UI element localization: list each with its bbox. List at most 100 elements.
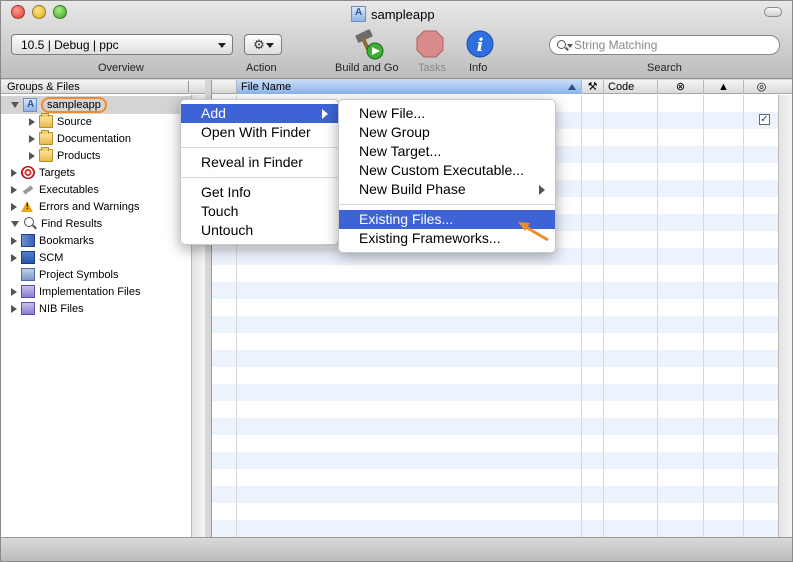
menu-item-new-custom-executable[interactable]: New Custom Executable...	[339, 161, 555, 180]
sidebar-item-label: Documentation	[57, 132, 131, 145]
disclosure-triangle-icon[interactable]	[11, 220, 19, 227]
menu-item-untouch[interactable]: Untouch	[181, 221, 338, 240]
search-field[interactable]: String Matching	[549, 35, 780, 55]
sidebar-item-products[interactable]: Products	[29, 147, 100, 164]
menu-item-reveal-in-finder[interactable]: Reveal in Finder	[181, 153, 338, 172]
split-handle-icon[interactable]	[188, 81, 200, 92]
column-file-type[interactable]	[212, 80, 236, 94]
menu-item-new-file[interactable]: New File...	[339, 104, 555, 123]
sidebar-item-documentation[interactable]: Documentation	[29, 130, 131, 147]
chevron-down-icon	[218, 43, 226, 48]
sidebar-item-implementation-files[interactable]: Implementation Files	[11, 283, 141, 300]
action-popup[interactable]: ⚙	[244, 34, 282, 55]
folder-icon	[39, 113, 53, 128]
column-target-membership[interactable]: ◎	[743, 80, 779, 94]
disclosure-triangle-icon[interactable]	[11, 101, 19, 108]
sort-ascending-icon	[568, 84, 576, 90]
project-icon	[23, 97, 37, 112]
close-button[interactable]	[11, 5, 25, 19]
column-label: File Name	[241, 81, 292, 93]
executable-icon	[21, 183, 35, 196]
project-icon	[351, 6, 366, 22]
menu-item-touch[interactable]: Touch	[181, 202, 338, 221]
menu-item-new-target[interactable]: New Target...	[339, 142, 555, 161]
disclosure-triangle-icon[interactable]	[11, 287, 17, 296]
minimize-button[interactable]	[32, 5, 46, 19]
menu-item-new-build-phase[interactable]: New Build Phase	[339, 180, 555, 199]
warning-icon	[21, 200, 35, 213]
sidebar-item-nib-files[interactable]: NIB Files	[11, 300, 84, 317]
column-warnings[interactable]: ▲	[703, 80, 743, 94]
sidebar-item-label: Find Results	[41, 217, 103, 230]
menu-item-new-group[interactable]: New Group	[339, 123, 555, 142]
target-membership-checkbox[interactable]: ✓	[759, 114, 770, 125]
target-icon	[21, 166, 35, 179]
menu-item-label: Existing Files...	[359, 211, 454, 227]
overview-label: Overview	[98, 62, 144, 74]
disclosure-triangle-icon[interactable]	[11, 202, 17, 211]
sidebar-item-label: Project Symbols	[39, 268, 119, 281]
detail-scrollbar[interactable]	[778, 95, 792, 537]
disclosure-triangle-icon[interactable]	[11, 168, 17, 177]
search-icon	[557, 40, 566, 49]
disclosure-triangle-icon[interactable]	[29, 134, 35, 143]
menu-item-label: Reveal in Finder	[201, 154, 303, 170]
disclosure-triangle-icon[interactable]	[11, 185, 17, 194]
search-label: Search	[647, 62, 682, 74]
build-and-go-button[interactable]	[353, 29, 387, 64]
menu-item-add[interactable]: Add	[181, 104, 338, 123]
sidebar-item-find-results[interactable]: Find Results	[11, 215, 102, 232]
sidebar-item-label: NIB Files	[39, 302, 84, 315]
sidebar-item-label: Products	[57, 149, 101, 162]
disclosure-triangle-icon[interactable]	[11, 304, 17, 313]
info-button[interactable]: i	[466, 29, 494, 62]
disclosure-triangle-icon[interactable]	[29, 117, 35, 126]
menu-item-label: New File...	[359, 105, 426, 121]
sidebar-item-label: Bookmarks	[39, 234, 95, 247]
toolbar-toggle-button[interactable]	[764, 7, 782, 17]
sidebar-header: Groups & Files	[1, 80, 205, 94]
zoom-button[interactable]	[53, 5, 67, 19]
target-membership-icon: ◎	[756, 81, 767, 93]
menu-item-label: Untouch	[201, 222, 254, 238]
menu-item-label: Touch	[201, 203, 239, 219]
disclosure-triangle-icon[interactable]	[11, 236, 17, 245]
overview-popup[interactable]: 10.5 | Debug | ppc	[11, 34, 233, 55]
window-title-text: sampleapp	[371, 6, 435, 22]
menu-separator	[181, 177, 338, 178]
sidebar-item-targets[interactable]: Targets	[11, 164, 75, 181]
chevron-down-icon	[266, 43, 274, 48]
menu-item-label: New Group	[359, 124, 430, 140]
status-bar	[1, 537, 792, 561]
column-file-name[interactable]: File Name	[236, 80, 581, 94]
sidebar-item-sampleapp[interactable]: sampleapp	[11, 96, 107, 113]
sidebar-item-bookmarks[interactable]: Bookmarks	[11, 232, 94, 249]
bookmark-icon	[21, 234, 35, 247]
sidebar-item-project-symbols[interactable]: Project Symbols	[11, 266, 118, 283]
detail-column-header: File Name ⚒ Code ⊗ ▲ ◎	[212, 80, 792, 94]
column-errors[interactable]: ⊗	[657, 80, 703, 94]
sidebar-item-source[interactable]: Source	[29, 113, 92, 130]
menu-item-get-info[interactable]: Get Info	[181, 183, 338, 202]
scm-icon	[21, 251, 35, 264]
menu-item-open-with-finder[interactable]: Open With Finder	[181, 123, 338, 142]
chevron-down-icon	[567, 44, 573, 48]
sidebar-item-errors-and-warnings[interactable]: Errors and Warnings	[11, 198, 139, 215]
hammer-icon: ⚒	[587, 81, 598, 93]
menu-separator	[339, 204, 555, 205]
toolbar: sampleapp 10.5 | Debug | ppc Overview ⚙ …	[1, 1, 792, 79]
sidebar-item-label: Implementation Files	[39, 285, 141, 298]
column-code[interactable]: Code	[603, 80, 657, 94]
menu-item-label: Add	[201, 105, 226, 121]
menu-item-label: New Target...	[359, 143, 442, 159]
groups-and-files-sidebar: Groups & Files sampleapp Source Document…	[1, 80, 205, 537]
disclosure-triangle-icon[interactable]	[29, 151, 35, 160]
sidebar-header-label: Groups & Files	[7, 81, 80, 93]
tasks-button[interactable]	[416, 29, 444, 62]
column-build[interactable]: ⚒	[581, 80, 603, 94]
sidebar-item-executables[interactable]: Executables	[11, 181, 99, 198]
context-menu: Add Open With Finder Reveal in Finder Ge…	[180, 99, 339, 245]
disclosure-triangle-icon[interactable]	[11, 253, 17, 262]
folder-icon	[39, 147, 53, 162]
sidebar-item-scm[interactable]: SCM	[11, 249, 63, 266]
